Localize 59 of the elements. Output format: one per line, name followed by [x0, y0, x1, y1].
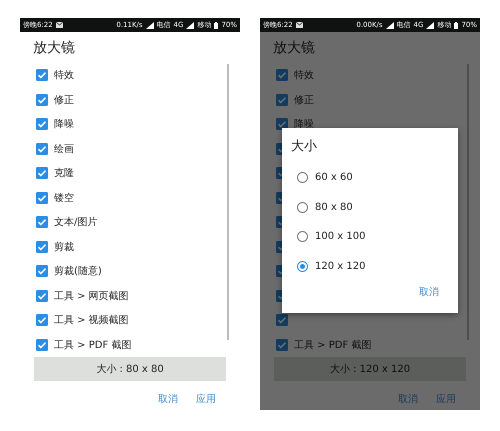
- apply-button[interactable]: 应用: [436, 392, 456, 406]
- popup-title: 大小: [290, 138, 318, 155]
- checkbox[interactable]: [276, 94, 288, 106]
- checkbox[interactable]: [36, 167, 48, 180]
- size-option[interactable]: 100 x 100: [282, 222, 458, 252]
- cancel-button[interactable]: 取消: [419, 285, 439, 299]
- checkbox[interactable]: [276, 69, 288, 82]
- checkbox[interactable]: [36, 118, 48, 130]
- size-button[interactable]: 大小 : 120 x 120: [274, 357, 466, 381]
- checkbox[interactable]: [276, 314, 288, 326]
- checkbox[interactable]: [36, 216, 48, 228]
- radio-button[interactable]: [297, 202, 308, 213]
- size-option[interactable]: 60 x 60: [282, 163, 458, 192]
- checkbox[interactable]: [36, 192, 48, 204]
- cancel-button[interactable]: 取消: [398, 392, 418, 406]
- option-label: 特效: [54, 68, 74, 82]
- battery-icon: [214, 22, 218, 28]
- checkbox[interactable]: [36, 142, 48, 155]
- checkbox[interactable]: [36, 240, 48, 253]
- dialog-title: 放大镜: [32, 39, 76, 57]
- checkbox[interactable]: [36, 290, 48, 302]
- option-label: 修正: [294, 94, 314, 107]
- option-label: 绘画: [54, 142, 74, 156]
- option-label: 工具 > PDF 截图: [294, 338, 372, 352]
- size-option[interactable]: 80 x 80: [282, 192, 458, 222]
- radio-button[interactable]: [297, 260, 308, 272]
- checkbox[interactable]: [36, 69, 48, 82]
- radio-button[interactable]: [297, 231, 308, 242]
- option-label: 文本/图片: [54, 216, 98, 230]
- checkbox[interactable]: [36, 94, 48, 106]
- checkbox[interactable]: [36, 265, 48, 278]
- radio-button[interactable]: [297, 172, 308, 184]
- option-label: 镂空: [54, 192, 74, 205]
- apply-button[interactable]: 应用: [196, 392, 216, 406]
- signal-icon: [146, 22, 154, 28]
- checkbox[interactable]: [276, 118, 288, 130]
- dialog-title: 放大镜: [272, 39, 316, 57]
- size-option[interactable]: 120 x 120: [282, 252, 458, 281]
- battery-icon: [454, 22, 458, 28]
- option-label: 特效: [294, 68, 314, 82]
- option-label: 克隆: [54, 166, 74, 180]
- signal-icon: [386, 22, 394, 28]
- option-label: 剪裁(随意): [54, 264, 102, 278]
- option-label: 剪裁: [54, 240, 74, 254]
- size-button[interactable]: 大小 : 80 x 80: [34, 357, 226, 381]
- option-label: 修正: [54, 94, 74, 107]
- option-label: 工具 > 视频截图: [54, 314, 129, 328]
- option-label: 工具 > PDF 截图: [54, 338, 132, 352]
- message-icon: [296, 22, 303, 28]
- checkbox[interactable]: [36, 314, 48, 326]
- option-label: 降噪: [294, 118, 314, 132]
- signal-icon: [186, 22, 194, 28]
- option-label: 降噪: [54, 118, 74, 132]
- option-label: 工具 > 网页截图: [54, 290, 129, 303]
- message-icon: [56, 22, 63, 28]
- checkbox[interactable]: [36, 338, 48, 351]
- cancel-button[interactable]: 取消: [158, 392, 178, 406]
- checkbox[interactable]: [276, 338, 288, 351]
- signal-icon: [426, 22, 434, 28]
